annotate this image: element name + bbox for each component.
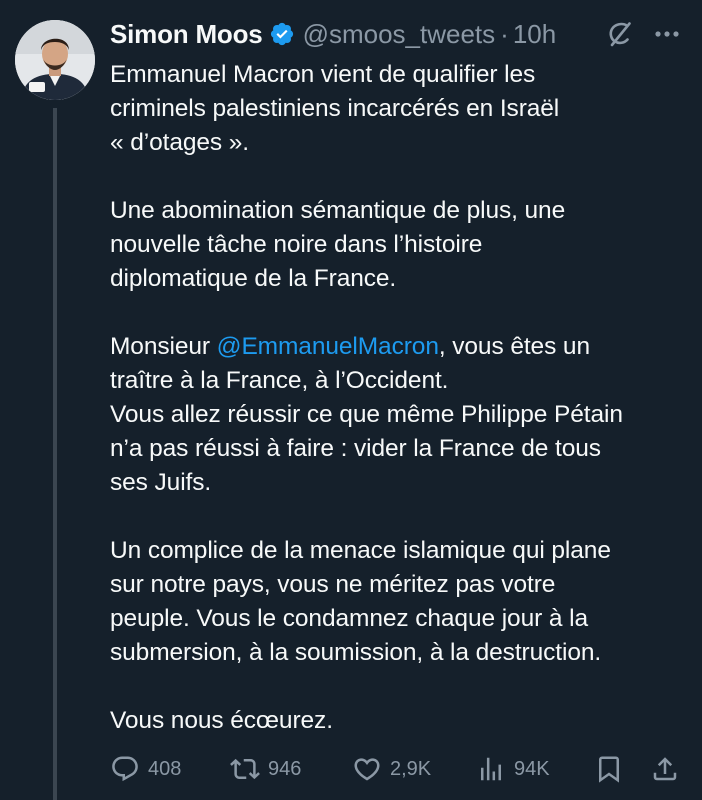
tweet-text-segment: Monsieur	[110, 333, 217, 360]
author-display-name[interactable]: Simon Moos	[110, 19, 263, 50]
reply-button[interactable]: 408	[110, 752, 181, 786]
tweet-line: peuple. Vous le condamnez chaque jour à …	[110, 605, 588, 632]
tweet-line: diplomatique de la France.	[110, 265, 397, 292]
like-icon	[354, 758, 380, 781]
mention-link[interactable]: @EmmanuelMacron	[217, 333, 439, 360]
bookmark-icon	[599, 756, 619, 783]
views-button[interactable]: 94K	[476, 752, 550, 786]
retweet-button[interactable]: 946	[230, 752, 301, 786]
tweet-line: Monsieur @EmmanuelMacron, vous êtes un	[110, 330, 690, 364]
tweet-header: Simon Moos @smoos_tweets · 10h	[110, 16, 556, 52]
tweet-line: Un complice de la menace islamique qui p…	[110, 537, 611, 564]
tweet-line: criminels palestiniens incarcérés en Isr…	[110, 95, 560, 122]
grok-icon[interactable]	[606, 20, 634, 48]
views-icon	[481, 757, 501, 781]
tweet-text: Emmanuel Macron vient de qualifier les c…	[110, 58, 690, 738]
views-count: 94K	[514, 757, 550, 780]
share-icon	[653, 757, 677, 781]
reply-count: 408	[148, 757, 182, 780]
tweet-line: nouvelle tâche noire dans l’histoire	[110, 231, 483, 258]
tweet-text-segment: , vous êtes un	[438, 333, 590, 360]
share-button[interactable]	[650, 752, 680, 786]
tweet-line: submersion, à la soumission, à la destru…	[110, 639, 602, 666]
tweet-line: Vous allez réussir ce que même Philippe …	[110, 401, 623, 428]
verified-badge-icon	[269, 21, 295, 47]
more-icon[interactable]	[652, 22, 682, 46]
bookmark-button[interactable]	[594, 752, 624, 786]
thread-line	[53, 108, 57, 800]
tweet-line: « d’otages ».	[110, 129, 250, 156]
header-separator: ·	[500, 18, 509, 49]
reply-icon	[112, 756, 138, 782]
tweet-line: ses Juifs.	[110, 469, 212, 496]
retweet-icon	[230, 758, 260, 780]
tweet: Simon Moos @smoos_tweets · 10h Emmanuel …	[0, 0, 702, 800]
tweet-line: Une abomination sémantique de plus, une	[110, 197, 566, 224]
tweet-line: Emmanuel Macron vient de qualifier les	[110, 61, 536, 88]
author-handle[interactable]: @smoos_tweets	[303, 19, 496, 50]
tweet-line: sur notre pays, vous ne méritez pas votr…	[110, 571, 556, 598]
like-button[interactable]: 2,9K	[352, 752, 431, 786]
tweet-line: traître à la France, à l’Occident.	[110, 367, 449, 394]
avatar[interactable]	[15, 20, 95, 100]
tweet-line: n’a pas réussi à faire : vider la France…	[110, 435, 601, 462]
action-bar: 408 946 2,9K 94K	[110, 752, 690, 786]
retweet-count: 946	[268, 757, 302, 780]
tweet-timestamp[interactable]: 10h	[513, 19, 556, 50]
tweet-line: Vous nous écœurez.	[110, 707, 333, 734]
like-count: 2,9K	[390, 757, 432, 780]
